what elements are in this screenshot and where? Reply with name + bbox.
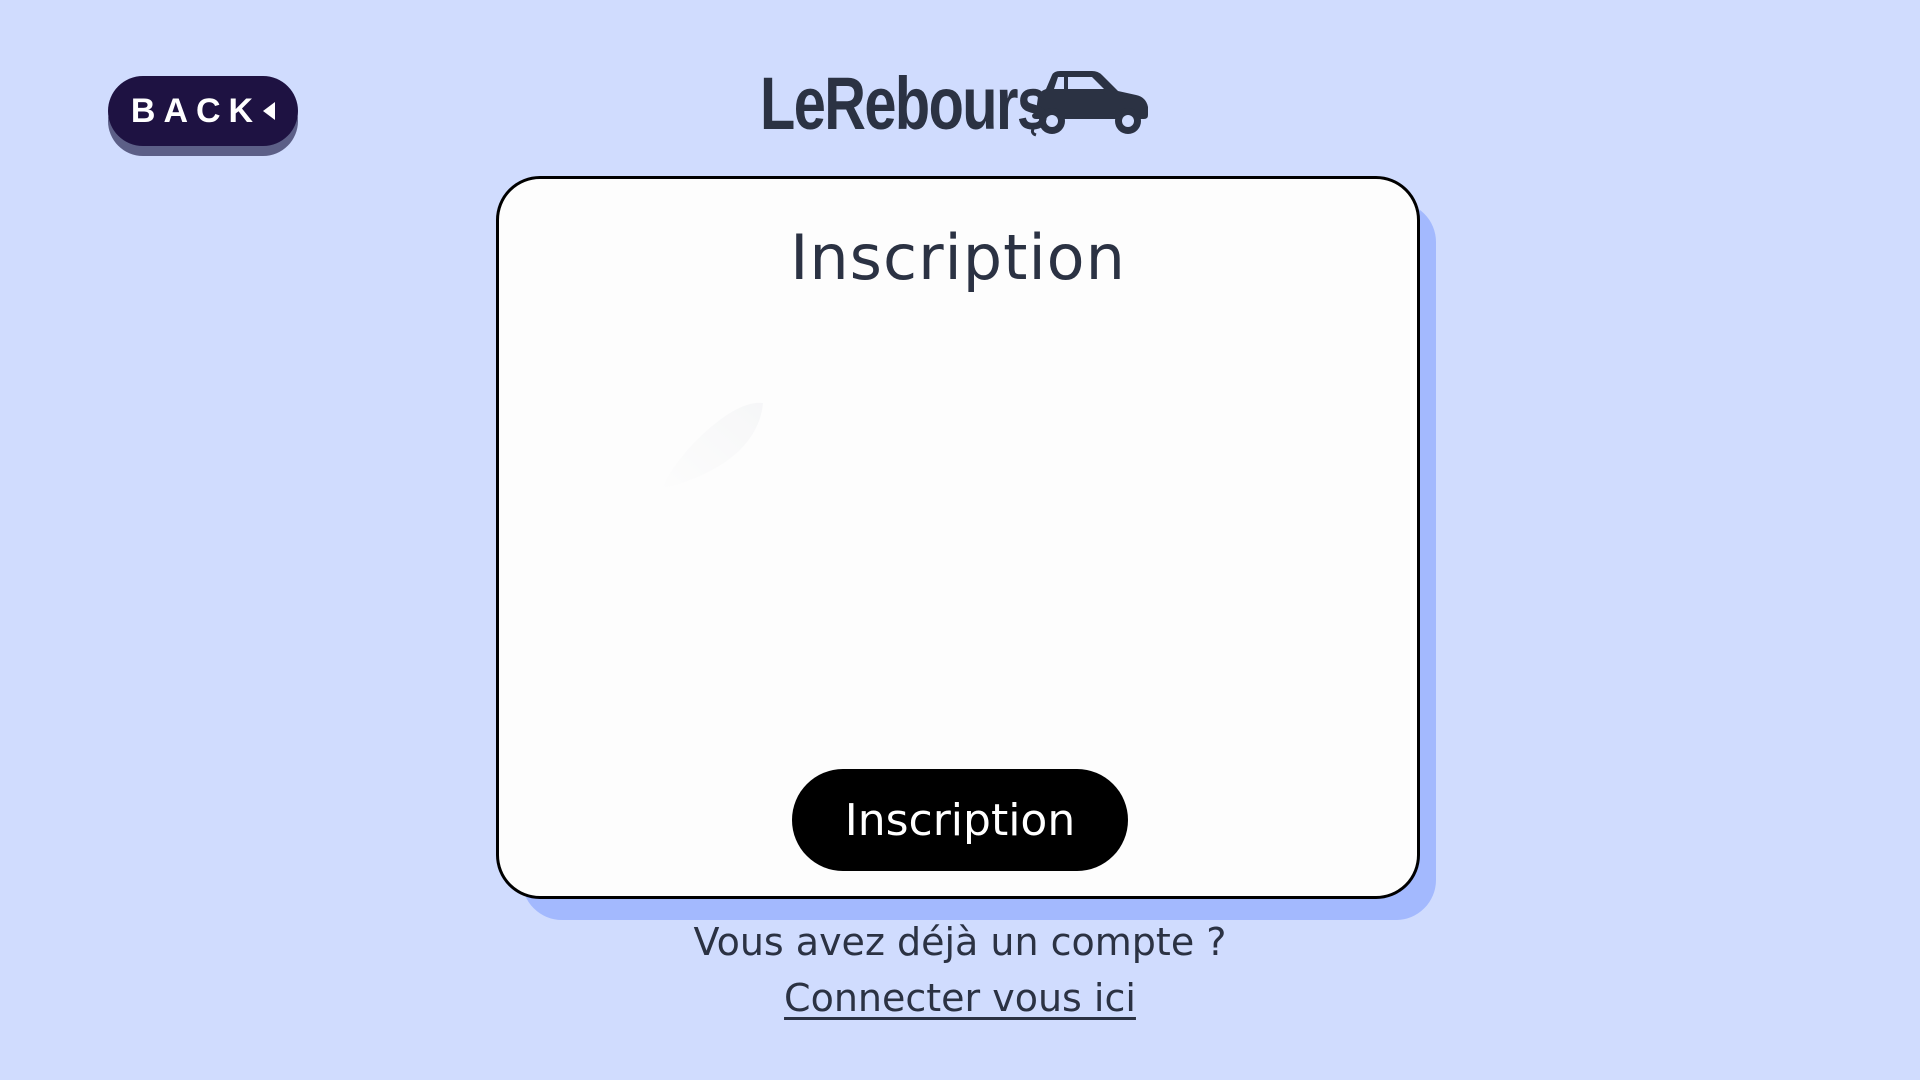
signup-page: BACK LeRebours Inscription Inscription V… [0,0,1920,1080]
back-button[interactable]: BACK [108,76,298,146]
login-link[interactable]: Connecter vous ici [0,976,1920,1020]
caret-left-icon [263,102,276,120]
feather-icon [661,402,763,489]
brand-logo: LeRebours [760,58,1152,148]
login-link-label[interactable]: Connecter vous ici [784,976,1136,1020]
signup-card: Inscription Inscription [496,176,1420,899]
card-title: Inscription [790,221,1126,294]
brand-name: LeRebours [760,61,1049,145]
signup-submit-button[interactable]: Inscription [792,769,1128,871]
login-prompt: Vous avez déjà un compte ? [693,920,1227,964]
back-button-label: BACK [130,91,262,130]
